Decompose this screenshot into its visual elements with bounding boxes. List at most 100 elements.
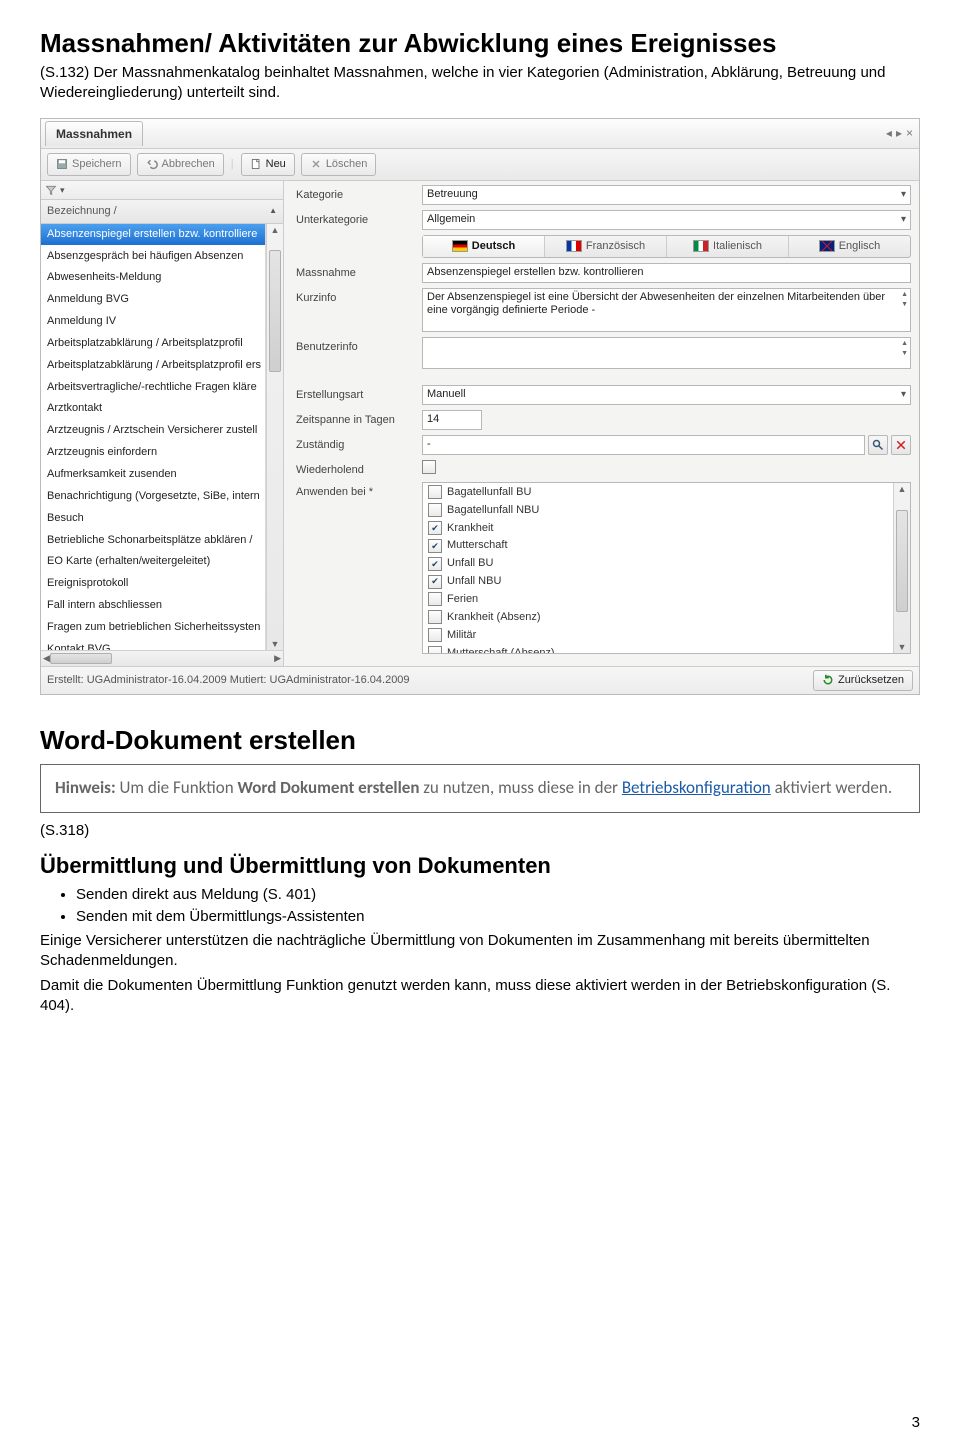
checklist-row[interactable]: Bagatellunfall BU — [423, 483, 893, 501]
checklist-row[interactable]: Bagatellunfall NBU — [423, 501, 893, 519]
list-item[interactable]: Kontakt BVG — [41, 639, 265, 650]
list-header-label: Bezeichnung / — [47, 204, 117, 219]
checkbox[interactable] — [428, 628, 442, 642]
list-item[interactable]: Arztzeugnis / Arztschein Versicherer zus… — [41, 420, 265, 442]
list-item[interactable]: Ereignisprotokoll — [41, 573, 265, 595]
spin-icons-2[interactable]: ▲▼ — [901, 340, 908, 360]
scroll-up-icon[interactable]: ▲ — [271, 224, 280, 236]
tab-franzoesisch[interactable]: Französisch — [545, 236, 667, 257]
reset-button[interactable]: Zurücksetzen — [813, 670, 913, 691]
filter-row[interactable]: ▾ — [41, 181, 283, 200]
new-doc-icon — [250, 158, 262, 170]
save-icon — [56, 158, 68, 170]
unterkategorie-select[interactable]: Allgemein — [422, 210, 911, 230]
list-item[interactable]: Benachrichtigung (Vorgesetzte, SiBe, int… — [41, 486, 265, 508]
list-item[interactable]: Anmeldung IV — [41, 311, 265, 333]
checkbox[interactable] — [428, 610, 442, 624]
list-item[interactable]: EO Karte (erhalten/weitergeleitet) — [41, 551, 265, 573]
cancel-button[interactable]: Abbrechen — [137, 153, 224, 176]
list-item[interactable]: Arztzeugnis einfordern — [41, 442, 265, 464]
zustaendig-input[interactable]: - — [422, 435, 865, 455]
list-item[interactable]: Fall intern abschliessen — [41, 595, 265, 617]
tab-massnahmen[interactable]: Massnahmen — [45, 121, 143, 146]
zustaendig-lookup-button[interactable] — [868, 435, 888, 455]
checklist-label: Bagatellunfall BU — [447, 485, 531, 500]
checkbox[interactable] — [428, 557, 442, 571]
scroll-up-icon[interactable]: ▲ — [898, 483, 907, 495]
tab-next-icon[interactable]: ▸ — [896, 125, 902, 141]
list-item[interactable]: Abwesenheits-Meldung — [41, 267, 265, 289]
flag-en-icon — [819, 240, 835, 252]
tab-italienisch[interactable]: Italienisch — [667, 236, 789, 257]
label-benutzerinfo: Benutzerinfo — [296, 337, 416, 355]
checklist-row[interactable]: Ferien — [423, 590, 893, 608]
list-item[interactable]: Fragen zum betrieblichen Sicherheitssyst… — [41, 617, 265, 639]
list-item[interactable]: Arztkontakt — [41, 398, 265, 420]
checkbox[interactable] — [428, 646, 442, 654]
checklist-row[interactable]: Krankheit (Absenz) — [423, 608, 893, 626]
list-header[interactable]: Bezeichnung / ▲ — [41, 200, 283, 224]
checkbox[interactable] — [428, 592, 442, 606]
scroll-thumb[interactable] — [896, 510, 908, 612]
save-button[interactable]: Speichern — [47, 153, 131, 176]
tab-deutsch[interactable]: Deutsch — [423, 236, 545, 257]
label-kategorie: Kategorie — [296, 185, 416, 203]
checkbox[interactable] — [428, 503, 442, 517]
kurzinfo-textarea[interactable]: Der Absenzenspiegel ist eine Übersicht d… — [422, 288, 911, 332]
checklist-row[interactable]: Unfall NBU — [423, 573, 893, 591]
flag-fr-icon — [566, 240, 582, 252]
massnahmen-listbox[interactable]: Absenzenspiegel erstellen bzw. kontrolli… — [41, 224, 266, 650]
wiederholend-checkbox[interactable] — [422, 460, 436, 474]
spin-icons[interactable]: ▲▼ — [901, 291, 908, 311]
status-bar: Erstellt: UGAdministrator-16.04.2009 Mut… — [41, 666, 919, 694]
kategorie-select[interactable]: Betreuung — [422, 185, 911, 205]
list-item[interactable]: Besuch — [41, 508, 265, 530]
new-label: Neu — [266, 157, 286, 172]
scroll-right-icon[interactable]: ▶ — [274, 652, 281, 664]
checklist-scrollbar[interactable]: ▲ ▼ — [893, 483, 910, 653]
link-betriebskonfiguration[interactable]: Betriebskonfiguration — [622, 777, 771, 798]
zeitspanne-input[interactable]: 14 — [422, 410, 482, 430]
toolbar: Speichern Abbrechen | Neu Löschen — [41, 149, 919, 181]
funnel-icon — [45, 184, 57, 196]
label-kurzinfo: Kurzinfo — [296, 288, 416, 306]
checklist-row[interactable]: Mutterschaft — [423, 537, 893, 555]
list-item[interactable]: Betriebliche Schonarbeitsplätze abklären… — [41, 530, 265, 552]
scroll-down-icon[interactable]: ▼ — [271, 638, 280, 650]
list-item[interactable]: Arbeitsvertragliche/-rechtliche Fragen k… — [41, 377, 265, 399]
benutzerinfo-textarea[interactable]: ▲▼ — [422, 337, 911, 369]
delete-label: Löschen — [326, 157, 368, 172]
checkbox[interactable] — [428, 575, 442, 589]
label-zeitspanne: Zeitspanne in Tagen — [296, 410, 416, 428]
scroll-left-icon[interactable]: ◀ — [43, 652, 50, 664]
tab-prev-icon[interactable]: ◂ — [886, 125, 892, 141]
checklist-row[interactable]: Militär — [423, 626, 893, 644]
checkbox[interactable] — [428, 521, 442, 535]
list-item[interactable]: Anmeldung BVG — [41, 289, 265, 311]
vertical-scrollbar[interactable]: ▲ ▼ — [266, 224, 283, 650]
checklist-label: Bagatellunfall NBU — [447, 503, 539, 518]
checkbox[interactable] — [428, 539, 442, 553]
erstellungsart-select[interactable]: Manuell — [422, 385, 911, 405]
delete-button[interactable]: Löschen — [301, 153, 377, 176]
list-item[interactable]: Aufmerksamkeit zusenden — [41, 464, 265, 486]
heading-uebermittlung: Übermittlung und Übermittlung von Dokume… — [40, 851, 920, 881]
checklist-row[interactable]: Krankheit — [423, 519, 893, 537]
zustaendig-clear-button[interactable] — [891, 435, 911, 455]
list-item[interactable]: Absenzenspiegel erstellen bzw. kontrolli… — [41, 224, 265, 246]
scroll-down-icon[interactable]: ▼ — [898, 641, 907, 653]
page-title: Massnahmen/ Aktivitäten zur Abwicklung e… — [40, 28, 920, 59]
checkbox[interactable] — [428, 485, 442, 499]
new-button[interactable]: Neu — [241, 153, 295, 176]
scroll-thumb[interactable] — [269, 250, 281, 372]
checklist-row[interactable]: Mutterschaft (Absenz) — [423, 644, 893, 654]
list-item[interactable]: Absenzgespräch bei häufigen Absenzen — [41, 246, 265, 268]
hscroll-thumb[interactable] — [50, 653, 112, 664]
horizontal-scrollbar[interactable]: ◀ ▶ — [41, 650, 283, 666]
tab-close-icon[interactable]: × — [906, 125, 913, 141]
checklist-row[interactable]: Unfall BU — [423, 555, 893, 573]
massnahme-input[interactable]: Absenzenspiegel erstellen bzw. kontrolli… — [422, 263, 911, 283]
tab-englisch[interactable]: Englisch — [789, 236, 910, 257]
list-item[interactable]: Arbeitsplatzabklärung / Arbeitsplatzprof… — [41, 333, 265, 355]
list-item[interactable]: Arbeitsplatzabklärung / Arbeitsplatzprof… — [41, 355, 265, 377]
